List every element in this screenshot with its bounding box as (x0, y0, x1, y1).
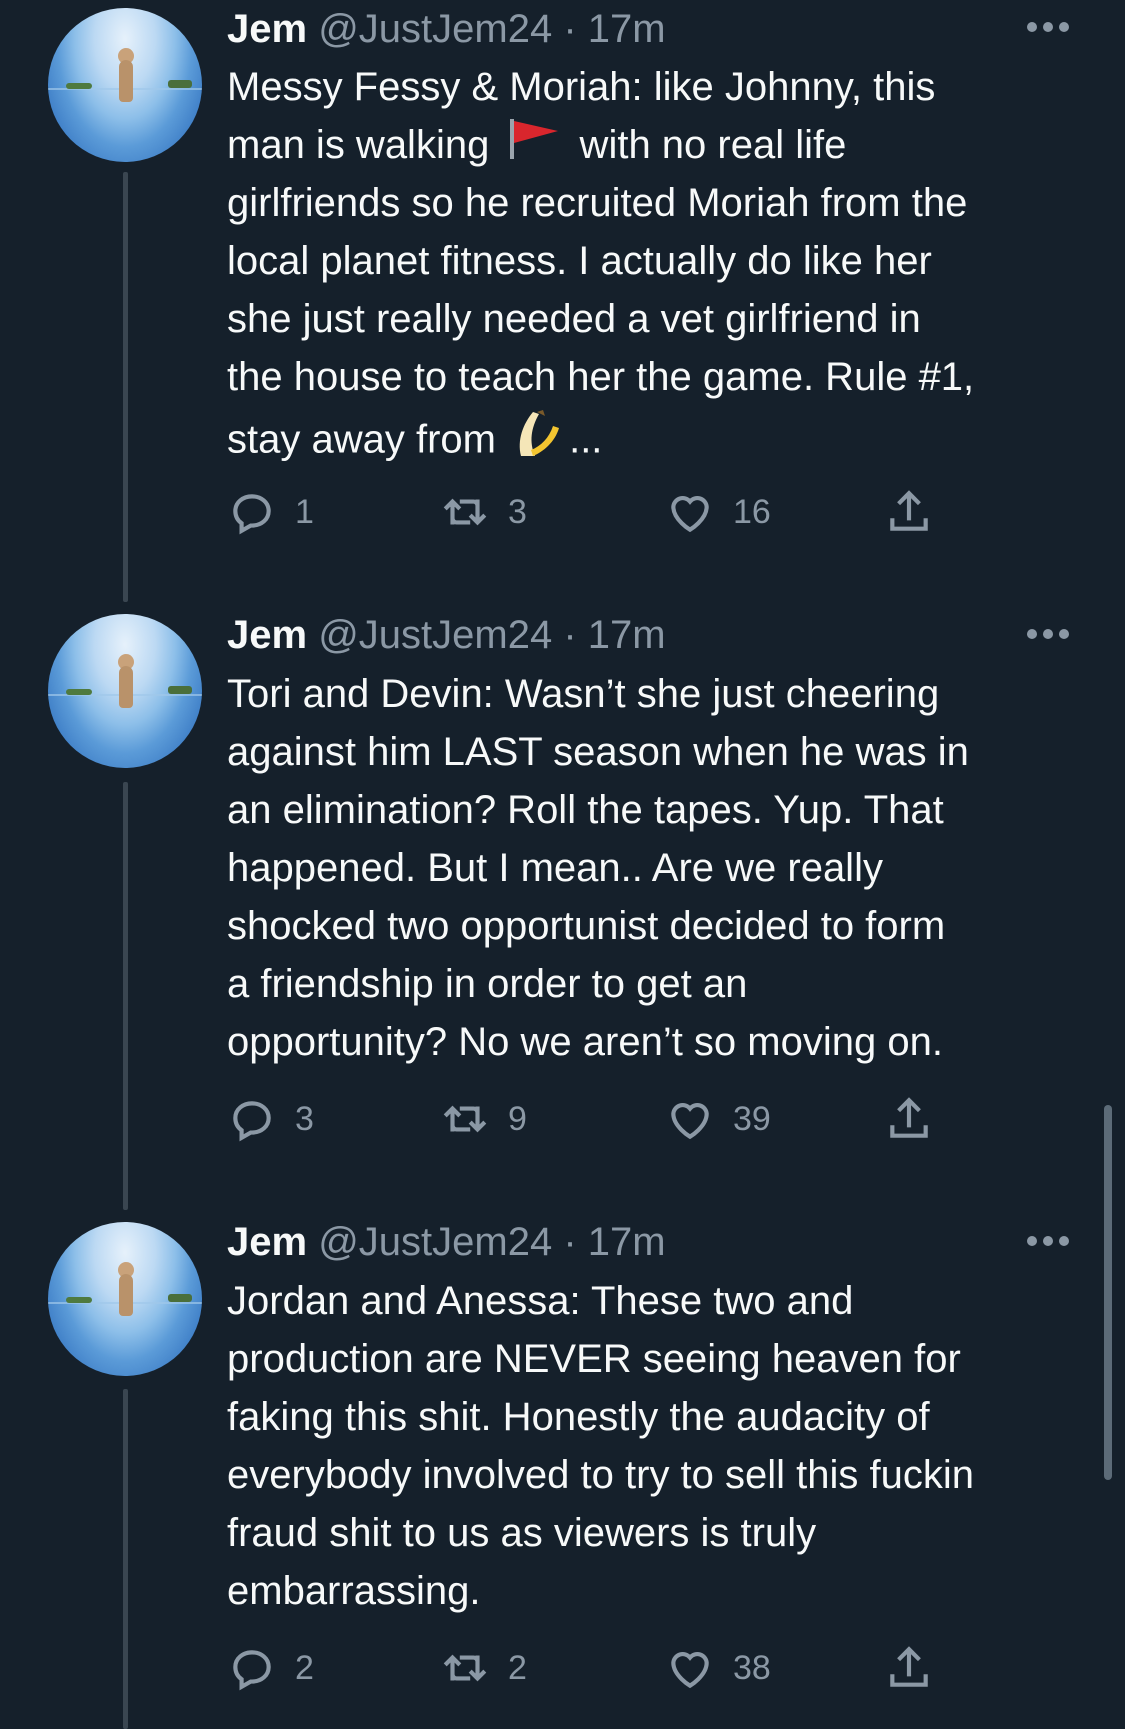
share-button[interactable] (884, 1094, 934, 1144)
text-segment: man is walking (227, 123, 501, 167)
tweet-text-line: Tori and Devin: Wasn’t she just cheering (227, 672, 940, 716)
tweet-text-line: man is walking with no real life (227, 116, 1087, 174)
tweet-text-line: Messy Fessy & Moriah: like Johnny, this (227, 65, 936, 109)
display-name[interactable]: Jem (227, 1220, 307, 1264)
user-handle[interactable]: @JustJem24 (318, 613, 552, 657)
tweet-text-line: opportunity? No we aren’t so moving on. (227, 1020, 943, 1064)
tweet-text-line: Jordan and Anessa: These two and (227, 1279, 854, 1323)
share-icon (890, 1097, 928, 1138)
retweet-button[interactable]: 2 (440, 1643, 527, 1693)
timestamp[interactable]: 17m (588, 613, 666, 657)
timestamp[interactable]: 17m (588, 7, 666, 51)
tweet[interactable]: Jem @JustJem24 · 17m Tori and Devin: Was… (0, 600, 1125, 1210)
separator: · (563, 613, 577, 657)
tweet-actions: 3 9 39 (227, 1094, 947, 1144)
tweet-actions: 2 2 38 (227, 1643, 947, 1693)
tweet-text-line: embarrassing. (227, 1569, 481, 1613)
heart-icon (671, 1103, 709, 1140)
heart-icon (671, 1652, 709, 1689)
display-name[interactable]: Jem (227, 7, 307, 51)
tweet-header: Jem @JustJem24 · 17m (227, 4, 666, 54)
tweet-text-line: an elimination? Roll the tapes. Yup. Tha… (227, 788, 944, 832)
share-icon (890, 1646, 928, 1687)
like-button[interactable]: 16 (665, 487, 771, 537)
reply-button[interactable]: 2 (227, 1643, 314, 1693)
tweet[interactable]: Jem @JustJem24 · 17m Messy Fessy & Moria… (0, 0, 1125, 602)
tweet-text-line: production are NEVER seeing heaven for (227, 1337, 961, 1381)
more-icon[interactable] (1027, 1234, 1073, 1248)
tweet-text-line: fraud shit to us as viewers is truly (227, 1511, 817, 1555)
reply-button[interactable]: 3 (227, 1094, 314, 1144)
retweet-count: 3 (508, 492, 527, 531)
avatar[interactable] (48, 614, 202, 768)
text-segment: ... (569, 417, 603, 462)
tweet-text-line: faking this shit. Honestly the audacity … (227, 1395, 930, 1439)
tweet-text-line: happened. But I mean.. Are we really (227, 846, 883, 890)
tweet-text: Messy Fessy & Moriah: like Johnny, this … (227, 58, 1087, 464)
share-icon (890, 490, 928, 531)
like-count: 38 (733, 1648, 771, 1687)
retweet-button[interactable]: 3 (440, 487, 527, 537)
tweet-text-line: the house to teach her the game. Rule #1… (227, 355, 975, 399)
tweet-text-line: shocked two opportunist decided to form (227, 904, 946, 948)
thread-line (123, 1389, 128, 1729)
share-button[interactable] (884, 487, 934, 537)
tweet-text-line: against him LAST season when he was in (227, 730, 969, 774)
user-handle[interactable]: @JustJem24 (318, 7, 552, 51)
tweet-text: Jordan and Anessa: These two and product… (227, 1272, 1087, 1620)
reply-icon (233, 1101, 271, 1142)
tweet-text-line: stay away from ... (227, 406, 1087, 464)
more-icon[interactable] (1027, 627, 1073, 641)
avatar[interactable] (48, 8, 202, 162)
reply-icon (233, 1650, 271, 1691)
retweet-icon (443, 1105, 487, 1133)
tweet-text-line: girlfriends so he recruited Moriah from … (227, 181, 968, 225)
tweet[interactable]: Jem @JustJem24 · 17m Jordan and Anessa: … (0, 1207, 1125, 1729)
tweet-text-line: local planet fitness. I actually do like… (227, 239, 932, 283)
heart-icon (671, 496, 709, 533)
retweet-icon (443, 1654, 487, 1682)
tweet-text: Tori and Devin: Wasn’t she just cheering… (227, 665, 1087, 1071)
reply-count: 1 (295, 492, 314, 531)
like-count: 16 (733, 492, 771, 531)
thread-line (123, 172, 128, 602)
avatar[interactable] (48, 1222, 202, 1376)
retweet-count: 9 (508, 1099, 527, 1138)
tweet-actions: 1 3 16 (227, 487, 947, 537)
red-flag-emoji (506, 117, 562, 177)
retweet-button[interactable]: 9 (440, 1094, 527, 1144)
text-segment: stay away from (227, 417, 508, 462)
separator: · (563, 1220, 577, 1264)
scrollbar[interactable] (1104, 1105, 1112, 1480)
retweet-icon (443, 498, 487, 526)
reply-button[interactable]: 1 (227, 487, 314, 537)
tweet-text-line: a friendship in order to get an (227, 962, 748, 1006)
tweet-text-line: she just really needed a vet girlfriend … (227, 297, 921, 341)
like-button[interactable]: 38 (665, 1643, 771, 1693)
like-button[interactable]: 39 (665, 1094, 771, 1144)
share-button[interactable] (884, 1643, 934, 1693)
separator: · (563, 7, 577, 51)
display-name[interactable]: Jem (227, 613, 307, 657)
thread-line (123, 782, 128, 1210)
tweet-header: Jem @JustJem24 · 17m (227, 1217, 666, 1267)
tweet-header: Jem @JustJem24 · 17m (227, 610, 666, 660)
reply-count: 3 (295, 1099, 314, 1138)
banana-emoji (513, 406, 563, 478)
text-segment: with no real life (568, 123, 847, 167)
tweet-text-line: everybody involved to try to sell this f… (227, 1453, 975, 1497)
like-count: 39 (733, 1099, 771, 1138)
timestamp[interactable]: 17m (588, 1220, 666, 1264)
reply-icon (233, 494, 271, 535)
retweet-count: 2 (508, 1648, 527, 1687)
user-handle[interactable]: @JustJem24 (318, 1220, 552, 1264)
reply-count: 2 (295, 1648, 314, 1687)
more-icon[interactable] (1027, 20, 1073, 34)
